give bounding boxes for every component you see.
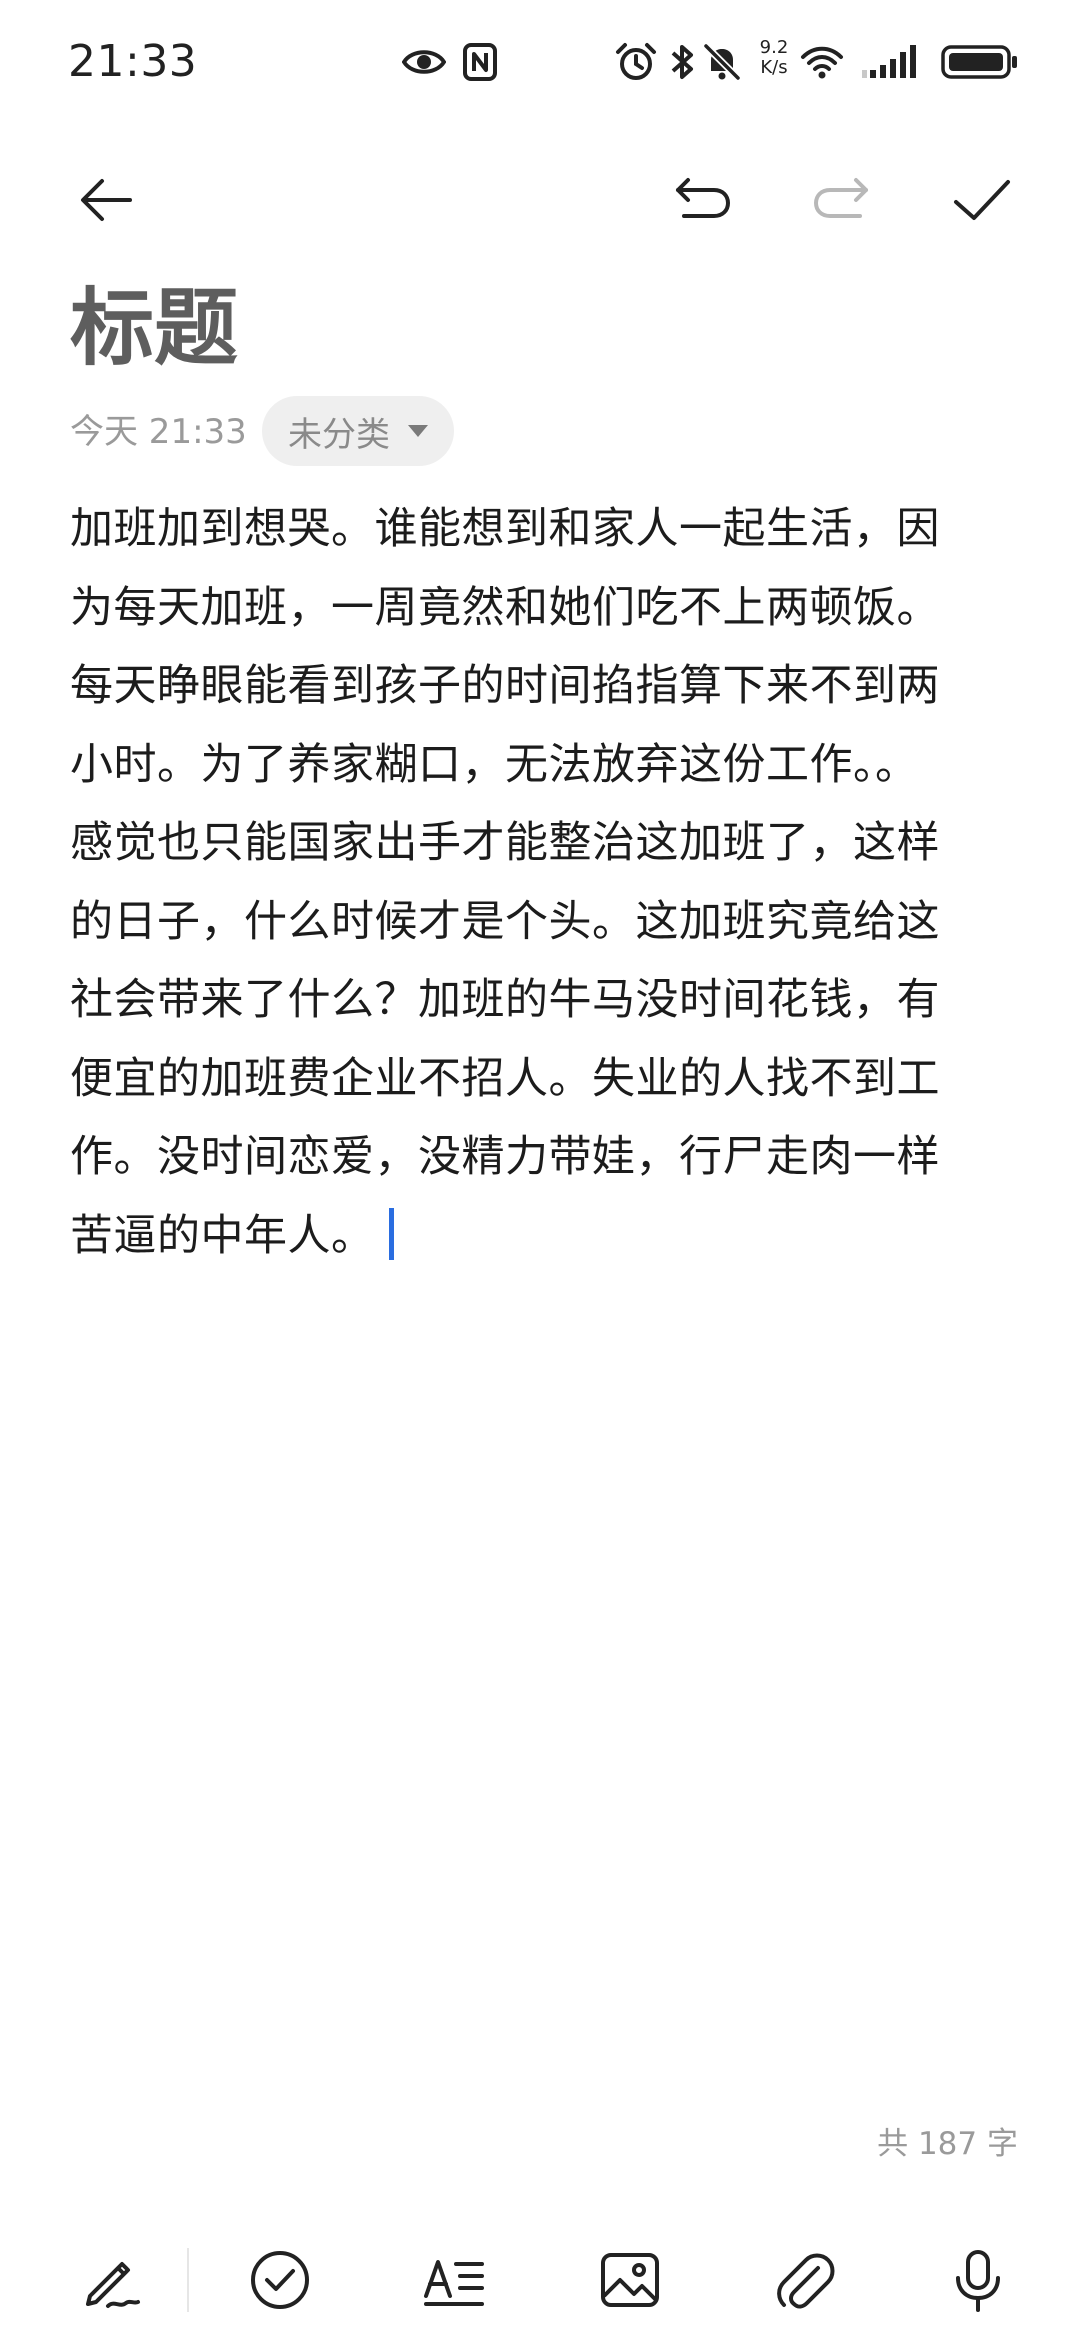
note-line: 每天睁眼能看到孩子的时间掐指算下来不到两 [70, 661, 940, 711]
note-line-text: 苦逼的中年人。 [70, 1210, 375, 1261]
text-cursor [388, 1207, 394, 1260]
eye-icon [402, 50, 446, 74]
net-speed-value: 9.2 [759, 37, 789, 58]
back-arrow-icon [81, 179, 132, 221]
mute-icon [703, 43, 741, 81]
note-date: 今天 21:33 [70, 412, 247, 452]
note-line: 感觉也只能国家出手才能整治这加班了，这样 [70, 818, 940, 868]
category-label: 未分类 [288, 414, 390, 455]
note-line: 为每天加班，一周竟然和她们吃不上两顿饭。 [70, 582, 940, 633]
note-line: 的日子，什么时候才是个头。这加班究竟给这 [70, 896, 940, 947]
status-time: 21:33 [68, 36, 198, 87]
redo-icon [813, 178, 868, 218]
voice-input-button[interactable] [938, 2240, 1018, 2320]
signal-icon [862, 45, 916, 78]
status-bar: 21:33 9.2 K/s [0, 0, 1080, 120]
bottom-toolbar [0, 2240, 1080, 2333]
wifi-icon [801, 46, 843, 79]
redo-button[interactable] [802, 160, 882, 240]
word-count: 共 187 字 [877, 2126, 1018, 2162]
note-title[interactable]: 标题 [70, 278, 238, 378]
done-button[interactable] [942, 160, 1022, 240]
note-body-editor[interactable]: 加班加到想哭。谁能想到和家人一起生活，因 为每天加班，一周竟然和她们吃不上两顿饭… [70, 490, 1020, 1275]
note-line: 作。没时间恋爱，没精力带娃，行尸走肉一样 [70, 1132, 940, 1182]
category-dropdown[interactable]: 未分类 [262, 396, 454, 466]
image-icon [601, 2253, 659, 2307]
nfc-icon [463, 43, 497, 81]
check-icon [954, 180, 1010, 220]
attachment-button[interactable] [764, 2240, 844, 2320]
undo-button[interactable] [662, 160, 742, 240]
attachment-icon [777, 2253, 835, 2309]
alarm-icon [616, 43, 656, 80]
net-speed-unit: K/s [760, 57, 788, 78]
undo-icon [676, 178, 731, 218]
text-format-icon [424, 2260, 484, 2306]
caret-down-icon [408, 425, 428, 437]
note-line: 小时。为了养家糊口，无法放弃这份工作。。 [70, 739, 919, 790]
insert-image-button[interactable] [590, 2240, 670, 2320]
note-last-line: 苦逼的中年人。 [70, 1197, 1020, 1276]
note-line: 社会带来了什么？加班的牛马没时间花钱，有 [70, 975, 940, 1025]
handwriting-button[interactable] [70, 2240, 150, 2320]
note-line: 加班加到想哭。谁能想到和家人一起生活，因 [70, 504, 940, 554]
microphone-icon [956, 2250, 1000, 2312]
battery-icon [941, 45, 1017, 79]
bluetooth-icon [671, 45, 693, 79]
checklist-button[interactable] [240, 2240, 320, 2320]
note-line: 便宜的加班费企业不招人。失业的人找不到工 [70, 1053, 940, 1104]
toolbar-divider [187, 2248, 189, 2312]
net-speed: 9.2 K/s [752, 38, 796, 78]
checklist-icon [251, 2251, 309, 2309]
back-button[interactable] [66, 160, 146, 240]
text-format-button[interactable] [414, 2240, 494, 2320]
handwriting-icon [86, 2262, 140, 2308]
